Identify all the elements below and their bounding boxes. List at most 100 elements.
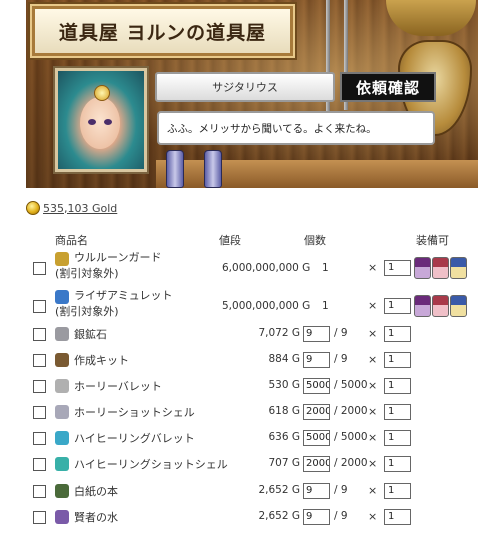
item-name: ホーリーショットシェル [74,406,195,419]
item-price: 884 G [268,353,300,365]
header-price: 値段 [219,234,241,247]
npc-portrait [53,66,149,174]
item-name: 銀鉱石 [74,328,107,341]
times-sign: × [368,327,378,340]
header-name: 商品名 [55,234,88,247]
table-row: 白紙の本 2,652 G 9 / 9 × 1 [0,483,478,509]
row-checkbox[interactable] [33,511,46,524]
quantity-input[interactable]: 1 [384,298,411,314]
portrait-face [80,97,120,149]
table-row: ハイヒーリングバレット 636 G 5000 / 5000 × 1 [0,430,478,456]
bottle-decoration [204,150,222,188]
shell-icon [55,405,69,419]
quantity-input[interactable]: 1 [384,326,411,342]
heal-bullet-icon [55,431,69,445]
portrait-eye [88,119,96,125]
row-checkbox[interactable] [33,406,46,419]
times-sign: × [368,484,378,497]
kit-icon [55,353,69,367]
portrait-eye [104,119,112,125]
stock-input[interactable]: 5000 [303,378,330,394]
times-sign: × [368,405,378,418]
stock-input[interactable]: 9 [303,483,330,499]
character-avatar-icon [414,295,431,317]
quantity-input[interactable]: 1 [384,404,411,420]
quantity-input[interactable]: 1 [384,260,411,276]
quantity-input[interactable]: 1 [384,430,411,446]
bullet-icon [55,379,69,393]
equip-characters [414,295,467,317]
character-avatar-icon [432,257,449,279]
character-avatar-icon [414,257,431,279]
row-checkbox[interactable] [33,458,46,471]
book-icon [55,484,69,498]
table-row: ハイヒーリングショットシェル 707 G 2000 / 2000 × 1 [0,456,478,482]
stock-max: / 5000 [334,431,368,443]
gold-amount[interactable]: 535,103 Gold [43,202,117,215]
times-sign: × [368,299,378,312]
row-checkbox[interactable] [33,380,46,393]
item-name: ライザアミュレット [74,289,173,302]
times-sign: × [368,379,378,392]
item-name: ハイヒーリングショットシェル [74,458,228,471]
item-price: 618 G [268,405,300,417]
quantity-input[interactable]: 1 [384,483,411,499]
row-checkbox[interactable] [33,300,46,313]
npc-name-plate: サジタリウス [155,72,335,102]
row-checkbox[interactable] [33,432,46,445]
table-row: ホーリーバレット 530 G 5000 / 5000 × 1 [0,378,478,404]
table-row: ウルルーンガード (割引対象外) 6,000,000,000 G 1 × 1 [0,251,478,280]
ore-icon [55,327,69,341]
request-confirm-button[interactable]: 依頼確認 [340,72,436,102]
water-icon [55,510,69,524]
item-count: 1 [322,262,329,274]
stock-input[interactable]: 2000 [303,404,330,420]
shield-gold-icon [55,252,69,266]
row-checkbox[interactable] [33,354,46,367]
item-name: ウルルーンガード [74,251,162,264]
item-name: 賢者の水 [74,511,118,524]
stock-max: / 5000 [334,379,368,391]
item-note: (割引対象外) [55,267,119,280]
spear-decoration [326,0,330,120]
item-price: 7,072 G [258,327,300,339]
stock-max: / 9 [334,484,348,496]
quantity-input[interactable]: 1 [384,509,411,525]
stock-input[interactable]: 5000 [303,430,330,446]
stock-max: / 9 [334,327,348,339]
item-name: 作成キット [74,354,129,367]
header-equip: 装備可 [416,234,449,247]
stock-max: / 2000 [334,405,368,417]
item-price: 6,000,000,000 G [222,262,311,274]
npc-dialogue: ふふ。メリッサから聞いてる。よく来たね。 [157,111,435,145]
times-sign: × [368,510,378,523]
row-checkbox[interactable] [33,328,46,341]
row-checkbox[interactable] [33,485,46,498]
stock-input[interactable]: 2000 [303,456,330,472]
item-price: 2,652 G [258,510,300,522]
character-avatar-icon [432,295,449,317]
quantity-input[interactable]: 1 [384,456,411,472]
quantity-input[interactable]: 1 [384,378,411,394]
stock-input[interactable]: 9 [303,352,330,368]
quantity-input[interactable]: 1 [384,352,411,368]
shop-title: 道具屋 ヨルンの道具屋 [30,4,295,58]
character-avatar-icon [450,295,467,317]
times-sign: × [368,261,378,274]
item-price: 636 G [268,431,300,443]
table-row: 銀鉱石 7,072 G 9 / 9 × 1 [0,326,478,352]
item-name: 白紙の本 [74,485,118,498]
stock-max: / 2000 [334,457,368,469]
table-row: 賢者の水 2,652 G 9 / 9 × 1 [0,509,478,535]
table-row: ライザアミュレット (割引対象外) 5,000,000,000 G 1 × 1 [0,289,478,318]
stock-input[interactable]: 9 [303,326,330,342]
row-checkbox[interactable] [33,262,46,275]
item-note: (割引対象外) [55,305,119,318]
item-price: 2,652 G [258,484,300,496]
item-count: 1 [322,300,329,312]
portrait-gem [94,85,110,101]
bottle-decoration [166,150,184,188]
stock-input[interactable]: 9 [303,509,330,525]
item-name: ホーリーバレット [74,380,162,393]
item-price: 5,000,000,000 G [222,300,311,312]
